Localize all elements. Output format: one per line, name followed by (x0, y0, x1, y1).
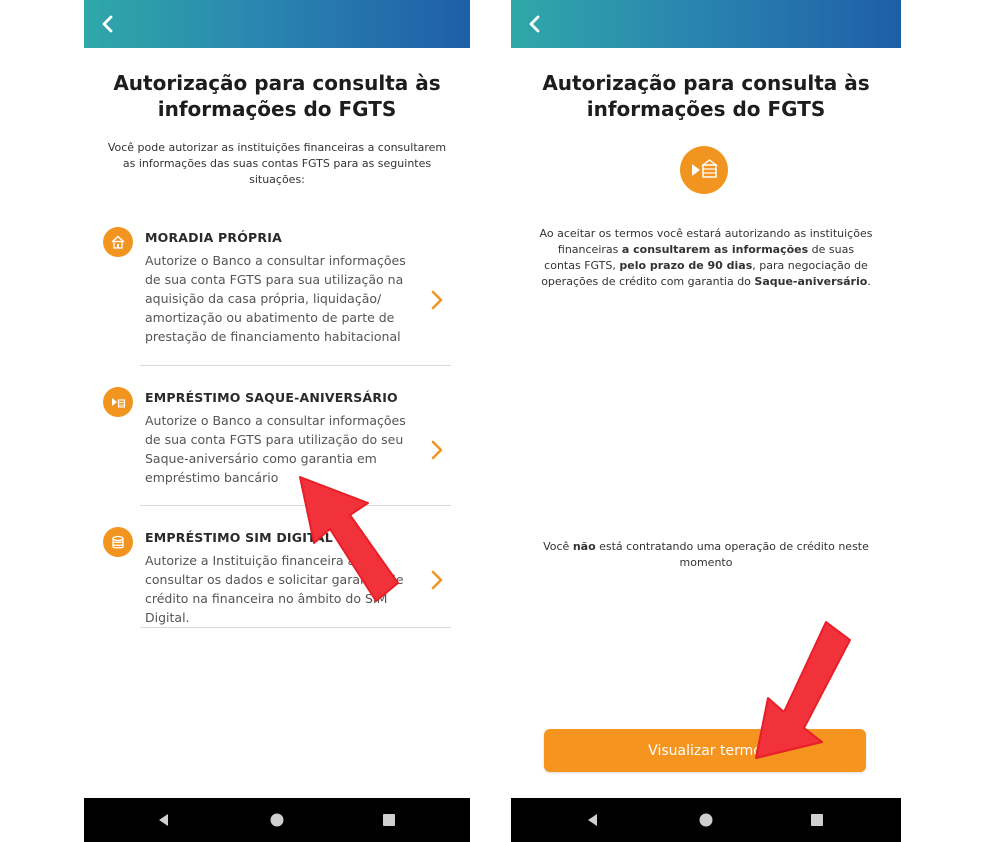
house-icon (103, 227, 133, 257)
recents-square-icon (383, 814, 395, 826)
divider (140, 365, 451, 366)
coins-icon (103, 527, 133, 557)
option-title: MORADIA PRÓPRIA (145, 230, 282, 245)
option-emprestimo-saque-aniversario[interactable]: EMPRÉSTIMO SAQUE-ANIVERSÁRIO Autorize o … (84, 382, 470, 502)
back-triangle-icon (588, 814, 597, 826)
chevron-right-icon (430, 439, 444, 461)
android-nav-bar (84, 798, 470, 842)
intro-text: Você pode autorizar as instituições fina… (107, 141, 447, 186)
page-title: Autorização para consulta às informações… (511, 70, 901, 122)
phone-screen-right: Autorização para consulta às informações… (511, 0, 901, 842)
back-button[interactable] (523, 12, 547, 36)
back-button[interactable] (96, 12, 120, 36)
option-description: Autorize o Banco a consultar informações… (145, 253, 406, 344)
divider (140, 627, 451, 628)
terms-text-bold: Saque-aniversário (754, 275, 868, 288)
terms-text-part: . (867, 275, 871, 288)
notice-text: Você não está contratando uma operação d… (539, 539, 873, 571)
app-header (84, 0, 470, 48)
notice-text-bold: não (572, 540, 596, 553)
option-description: Autorize a Instituição financeira a cons… (145, 553, 404, 625)
phone-screen-left: Autorização para consulta às informações… (84, 0, 470, 842)
page-title-line1: Autorização para consulta às (542, 71, 870, 95)
view-term-button[interactable]: Visualizar termo (544, 729, 866, 772)
home-circle-icon (270, 813, 284, 827)
page-title-line2: informações do FGTS (157, 97, 397, 121)
app-header (511, 0, 901, 48)
notice-text-part: está contratando uma operação de crédito… (595, 540, 869, 569)
chevron-left-icon (102, 15, 113, 33)
android-nav-bar (511, 798, 901, 842)
terms-text: Ao aceitar os termos você estará autoriz… (539, 226, 873, 290)
chevron-right-icon (430, 289, 444, 311)
notice-text-part: Você (543, 540, 573, 553)
page-title-line1: Autorização para consulta às (113, 71, 441, 95)
page-title-line2: informações do FGTS (586, 97, 826, 121)
play-building-icon (103, 387, 133, 417)
terms-text-bold: pelo prazo de 90 dias (619, 259, 753, 272)
nav-home-button[interactable] (696, 810, 716, 830)
nav-back-button[interactable] (154, 810, 174, 830)
terms-text-bold: a consultarem as informações (621, 243, 809, 256)
page-title: Autorização para consulta às informações… (84, 70, 470, 122)
home-circle-icon (699, 813, 713, 827)
option-title: EMPRÉSTIMO SIM DIGITAL (145, 530, 333, 545)
recents-square-icon (811, 814, 823, 826)
nav-recents-button[interactable] (807, 810, 827, 830)
option-emprestimo-sim-digital[interactable]: EMPRÉSTIMO SIM DIGITAL Autorize a Instit… (84, 522, 470, 625)
divider (140, 505, 451, 506)
chevron-left-icon (529, 15, 540, 33)
chevron-right-icon (430, 569, 444, 591)
nav-home-button[interactable] (267, 810, 287, 830)
play-building-icon (680, 146, 728, 194)
nav-back-button[interactable] (583, 810, 603, 830)
option-description: Autorize o Banco a consultar informações… (145, 413, 406, 485)
option-title: EMPRÉSTIMO SAQUE-ANIVERSÁRIO (145, 390, 398, 405)
back-triangle-icon (159, 814, 168, 826)
option-moradia-propria[interactable]: MORADIA PRÓPRIA Autorize o Banco a consu… (84, 222, 470, 362)
nav-recents-button[interactable] (379, 810, 399, 830)
